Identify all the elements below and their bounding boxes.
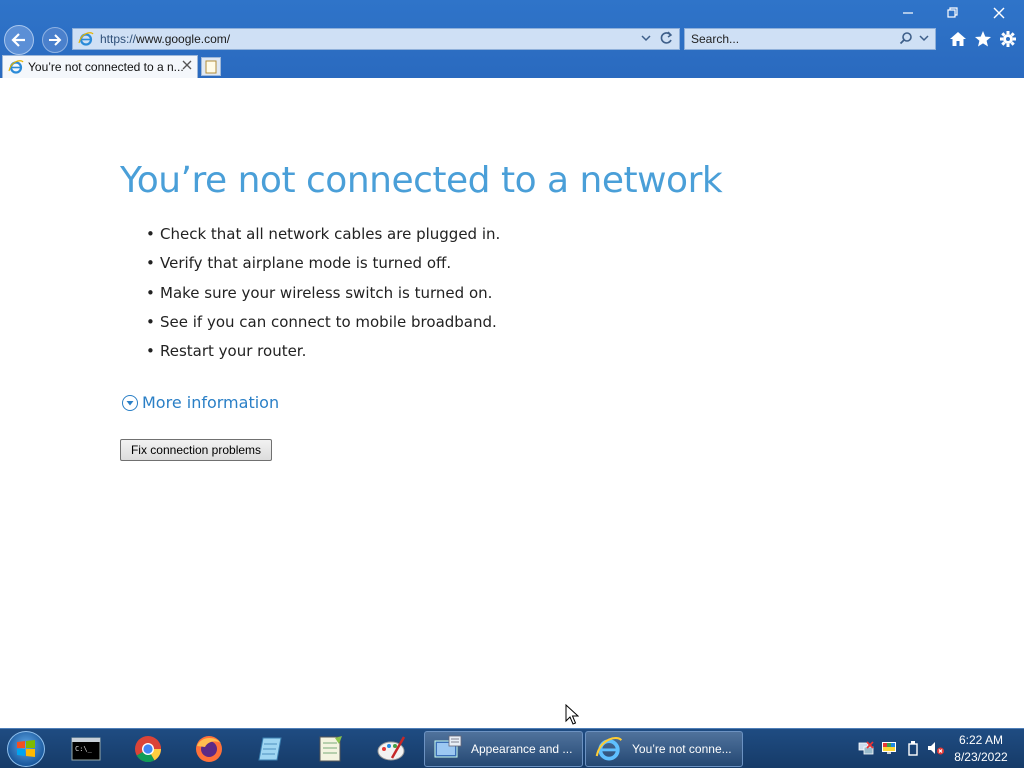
tab-close-button[interactable] (182, 59, 192, 74)
arrow-left-icon (11, 33, 25, 47)
close-icon (993, 7, 1005, 19)
tray-network-button[interactable] (857, 739, 875, 757)
list-item-text: Restart your router. (160, 342, 307, 361)
tray-volume-button[interactable] (927, 739, 945, 757)
control-panel-icon (434, 735, 462, 758)
address-url: https://www.google.com/ (100, 32, 230, 46)
list-item: • Restart your router. (146, 341, 500, 370)
list-item-text: Make sure your wireless switch is turned… (160, 283, 493, 302)
svg-text:C:\_: C:\_ (75, 745, 93, 753)
browser-chrome: https://www.google.com/ Search... You’re… (0, 0, 1024, 78)
tab-title: You’re not connected to a n... (28, 60, 184, 74)
new-tab-button[interactable] (201, 57, 221, 76)
command-prompt-icon: C:\_ (71, 737, 101, 761)
url-host: www.google.com/ (136, 32, 231, 46)
refresh-icon (660, 31, 673, 44)
expand-icon (122, 394, 138, 411)
chevron-down-icon (641, 35, 651, 42)
search-button[interactable] (899, 31, 913, 48)
refresh-button[interactable] (659, 31, 673, 48)
minimize-button[interactable] (885, 0, 931, 26)
address-bar[interactable]: https://www.google.com/ (72, 28, 680, 50)
more-information-link[interactable]: More information (122, 393, 279, 412)
minimize-icon (903, 12, 913, 14)
firefox-icon (196, 736, 222, 762)
pinned-notepad[interactable] (246, 731, 294, 767)
clock-date: 8/23/2022 (954, 750, 1008, 764)
search-icon (899, 32, 912, 45)
system-clock[interactable]: 6:22 AM 8/23/2022 (950, 732, 1012, 766)
list-item-text: See if you can connect to mobile broadba… (160, 312, 497, 331)
task-label: You’re not conne... (632, 742, 732, 756)
notepad-plus-plus-icon (319, 736, 342, 762)
arrow-right-icon (49, 34, 62, 46)
list-item-text: Check that all network cables are plugge… (160, 225, 501, 243)
home-icon (950, 32, 966, 46)
close-icon (182, 60, 192, 70)
page-title: You’re not connected to a network (120, 160, 723, 201)
pinned-paint[interactable] (368, 731, 416, 767)
clock-time: 6:22 AM (958, 733, 1004, 747)
back-button[interactable] (4, 25, 34, 55)
list-item: • Verify that airplane mode is turned off… (146, 253, 500, 282)
forward-button[interactable] (42, 27, 68, 53)
pinned-command-prompt[interactable]: C:\_ (62, 731, 110, 767)
task-label: Appearance and ... (471, 742, 573, 756)
address-dropdown-button[interactable] (641, 31, 651, 48)
pinned-chrome[interactable] (124, 731, 172, 767)
tab-row: You’re not connected to a n... (0, 55, 1024, 78)
tray-usb-button[interactable] (904, 739, 922, 757)
more-information-label: More information (142, 393, 280, 412)
gear-icon (1000, 31, 1016, 47)
star-icon (975, 31, 991, 47)
pinned-notepad-plus-plus[interactable] (306, 731, 354, 767)
start-button[interactable] (7, 731, 45, 767)
restore-button[interactable] (930, 0, 976, 26)
close-window-button[interactable] (976, 0, 1022, 26)
color-display-icon (882, 742, 896, 754)
network-disconnected-icon (858, 741, 874, 755)
notepad-icon (258, 737, 282, 761)
new-tab-icon (205, 60, 217, 73)
mouse-cursor-icon (565, 704, 579, 725)
list-item-text: Verify that airplane mode is turned off. (160, 254, 452, 273)
taskbar: C:\_ Appearance and ... You’re not conne… (0, 728, 1024, 768)
chevron-down-icon (919, 35, 929, 42)
search-box[interactable] (684, 28, 936, 50)
chrome-icon (135, 736, 162, 763)
list-item: • See if you can connect to mobile broadb… (146, 312, 500, 341)
internet-explorer-icon (595, 736, 623, 761)
list-item: • Check that all network cables are plugg… (146, 224, 500, 253)
taskbar-item-appearance[interactable]: Appearance and ... (424, 731, 583, 767)
restore-icon (947, 7, 958, 18)
pinned-firefox[interactable] (185, 731, 233, 767)
search-input[interactable] (691, 32, 891, 46)
internet-explorer-icon (8, 60, 24, 74)
troubleshooting-list: • Check that all network cables are plugg… (146, 224, 500, 370)
tray-display-button[interactable] (880, 739, 898, 757)
fix-connection-button[interactable]: Fix connection problems (120, 439, 272, 461)
url-scheme: https:// (100, 32, 137, 46)
paint-icon (377, 736, 406, 761)
usb-device-icon (908, 741, 918, 756)
favorites-button[interactable] (972, 28, 994, 50)
tab-active[interactable]: You’re not connected to a n... (2, 55, 198, 78)
tools-button[interactable] (997, 28, 1019, 50)
internet-explorer-icon (78, 32, 94, 46)
volume-muted-icon (928, 742, 944, 755)
list-item: • Make sure your wireless switch is turne… (146, 283, 500, 312)
page-content: You’re not connected to a network • Check… (0, 78, 1024, 728)
search-dropdown-button[interactable] (919, 31, 929, 48)
home-button[interactable] (947, 28, 969, 50)
taskbar-item-internet-explorer[interactable]: You’re not conne... (585, 731, 743, 767)
windows-logo-icon (17, 740, 35, 757)
